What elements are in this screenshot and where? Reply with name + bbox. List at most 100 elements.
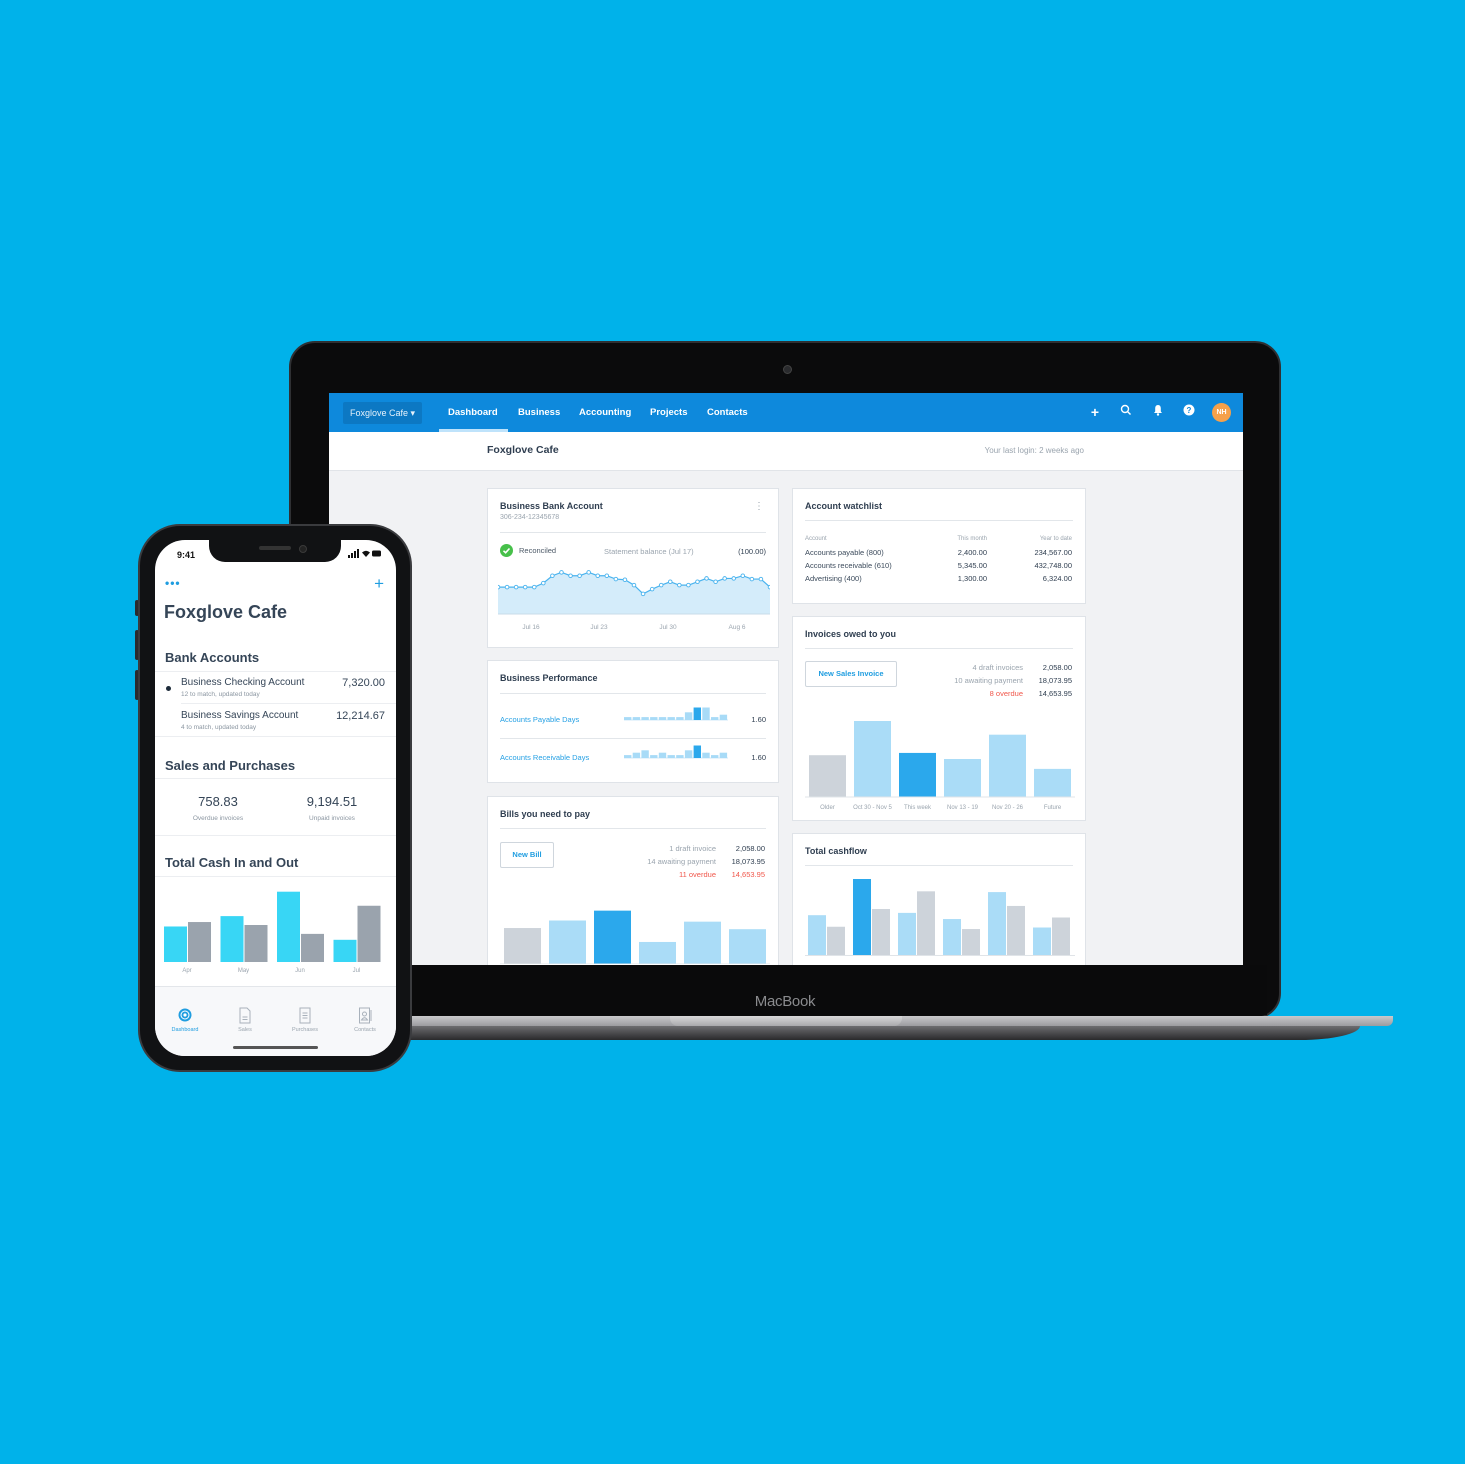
- awaiting-payment-label[interactable]: 14 awaiting payment: [647, 857, 716, 866]
- draft-invoices-label[interactable]: 4 draft invoices: [973, 663, 1023, 672]
- spark-bar: [719, 752, 728, 758]
- nav-accounting[interactable]: Accounting: [579, 393, 631, 432]
- card-title: Business Performance: [500, 673, 598, 683]
- menu-icon[interactable]: •••: [165, 576, 181, 590]
- overdue-label: Overdue invoices: [192, 815, 244, 822]
- bills-card: Bills you need to pay New Bill 1 draft i…: [487, 796, 779, 965]
- spark-bar: [693, 745, 701, 758]
- tab-label: Sales: [238, 1027, 252, 1033]
- page-header: Foxglove Cafe Your last login: 2 weeks a…: [329, 432, 1243, 471]
- spark-bar: [632, 752, 641, 758]
- tab-contacts[interactable]: Contacts: [335, 1007, 395, 1033]
- tab-sales[interactable]: Sales: [215, 1007, 275, 1033]
- this-month-value: 1,300.00: [957, 574, 987, 583]
- tab-label: Purchases: [292, 1027, 318, 1033]
- draft-invoices-value: 2,058.00: [1042, 663, 1072, 672]
- card-title[interactable]: Invoices owed to you: [805, 629, 896, 639]
- data-point: [541, 580, 546, 586]
- bar-in: [853, 879, 871, 956]
- data-point: [622, 577, 628, 583]
- bar-cash-in: [277, 891, 300, 962]
- data-point: [677, 582, 682, 588]
- bar-in: [808, 915, 826, 956]
- header-ytd: Year to date: [1039, 536, 1072, 542]
- more-options-icon[interactable]: ⋮: [754, 502, 764, 512]
- data-point: [722, 576, 727, 581]
- plus-icon[interactable]: +: [1087, 404, 1103, 420]
- bar: [809, 755, 846, 797]
- awaiting-payment-value: 18,073.95: [1038, 676, 1072, 685]
- overdue-value: 14,653.95: [731, 870, 765, 879]
- spark-bar: [702, 752, 710, 758]
- spark-bar: [650, 755, 658, 758]
- svg-text:?: ?: [1187, 406, 1192, 415]
- spark-bar: [624, 755, 632, 758]
- data-point: [498, 584, 501, 590]
- data-point: [749, 576, 755, 582]
- ar-days-value: 1.60: [751, 753, 766, 762]
- x-tick-label: May: [238, 968, 249, 974]
- bar-out: [827, 926, 845, 956]
- bell-icon[interactable]: [1150, 404, 1166, 420]
- overdue-label[interactable]: 8 overdue: [990, 689, 1023, 698]
- divider: [155, 671, 396, 672]
- org-switcher[interactable]: Foxglove Cafe ▾: [343, 402, 423, 424]
- ar-days-link[interactable]: Accounts Receivable Days: [500, 753, 589, 762]
- laptop-notch: [670, 1016, 902, 1026]
- ytd-value: 432,748.00: [1034, 561, 1072, 570]
- nav-dashboard[interactable]: Dashboard: [448, 393, 498, 432]
- card-title[interactable]: Total cashflow: [805, 846, 867, 856]
- account-balance: 7,320.00: [342, 677, 385, 689]
- divider: [500, 532, 766, 533]
- draft-bills-label[interactable]: 1 draft invoice: [669, 844, 716, 853]
- bar: [854, 721, 891, 797]
- account-name[interactable]: Advertising (400): [805, 574, 862, 583]
- card-title[interactable]: Bills you need to pay: [500, 809, 590, 819]
- data-point: [704, 576, 709, 581]
- x-tick-label: Jul 16: [522, 624, 540, 631]
- awaiting-payment-label[interactable]: 10 awaiting payment: [954, 676, 1023, 685]
- nav-contacts[interactable]: Contacts: [707, 393, 748, 432]
- search-icon[interactable]: [1118, 404, 1134, 420]
- spark-bar: [650, 717, 658, 720]
- unpaid-value: 9,194.51: [306, 794, 358, 809]
- bills-bar-chart: [500, 910, 770, 964]
- bar-in: [1033, 927, 1051, 956]
- add-icon[interactable]: +: [374, 574, 384, 594]
- bar: [729, 929, 766, 964]
- account-name[interactable]: Accounts payable (800): [805, 548, 884, 557]
- spark-bar: [684, 712, 693, 720]
- nav-business[interactable]: Business: [518, 393, 560, 432]
- help-icon[interactable]: ?: [1181, 404, 1197, 420]
- top-nav: Foxglove Cafe ▾ Dashboard Business Accou…: [329, 393, 1243, 432]
- overdue-value: 14,653.95: [1038, 689, 1072, 698]
- spark-bar: [658, 717, 667, 720]
- page-title: Foxglove Cafe: [487, 444, 559, 456]
- new-bill-button[interactable]: New Bill: [500, 842, 554, 868]
- spark-bar: [702, 707, 710, 720]
- bar-out: [1007, 905, 1025, 956]
- laptop-screen: Foxglove Cafe ▾ Dashboard Business Accou…: [329, 393, 1243, 965]
- x-tick-label: Apr: [182, 968, 191, 974]
- x-tick-label: Aug 6: [729, 624, 746, 631]
- new-sales-invoice-button[interactable]: New Sales Invoice: [805, 661, 897, 687]
- account-name[interactable]: Accounts receivable (610): [805, 561, 892, 570]
- tab-dashboard[interactable]: Dashboard: [155, 1007, 215, 1033]
- tab-purchases[interactable]: Purchases: [275, 1007, 335, 1033]
- laptop-base-shadow: [320, 1026, 1360, 1040]
- data-point: [604, 573, 610, 578]
- bar-cash-out: [357, 905, 381, 962]
- nav-projects[interactable]: Projects: [650, 393, 688, 432]
- user-avatar[interactable]: NH: [1212, 403, 1231, 422]
- overdue-label[interactable]: 11 overdue: [679, 870, 716, 879]
- data-point: [595, 573, 600, 578]
- data-point: [713, 579, 718, 585]
- cashflow-bar-chart: [805, 879, 1075, 956]
- x-tick-label: This week: [904, 805, 932, 811]
- data-point: [695, 579, 700, 585]
- data-point: [649, 586, 655, 592]
- header-account: Account: [805, 536, 827, 542]
- ap-days-link[interactable]: Accounts Payable Days: [500, 715, 579, 724]
- spark-bar: [711, 717, 719, 720]
- card-title[interactable]: Business Bank Account: [500, 501, 603, 511]
